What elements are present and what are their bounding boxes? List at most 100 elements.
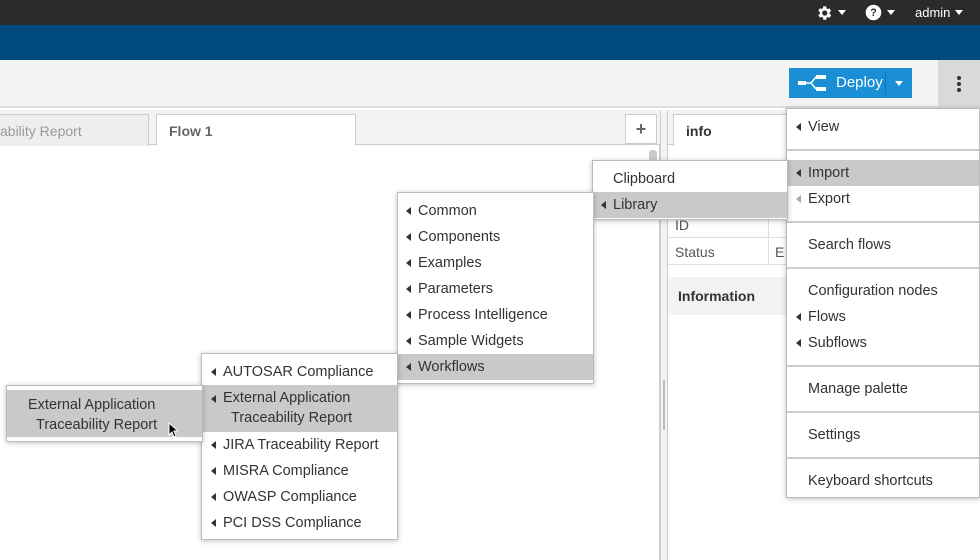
menu-item-examples[interactable]: Examples [398, 250, 593, 276]
caret-left-icon [796, 169, 801, 177]
menu-item-import[interactable]: Import [787, 160, 979, 186]
menu-item-label: View [808, 119, 840, 135]
question-circle-icon: ? [865, 4, 882, 21]
gear-icon [818, 5, 832, 20]
menu-item-label-line1: External Application [28, 397, 156, 413]
caret-left-icon [406, 337, 411, 345]
import-submenu: Clipboard Library [592, 160, 788, 220]
caret-left-icon [601, 201, 606, 209]
tab-flow[interactable]: ability Report [0, 114, 149, 146]
menu-item-flows[interactable]: Flows [787, 304, 979, 330]
menu-item-parameters[interactable]: Parameters [398, 276, 593, 302]
menu-item-workflows[interactable]: Workflows [398, 354, 593, 380]
workflows-submenu: AUTOSAR Compliance External Application … [201, 353, 398, 540]
menu-item-label: Sample Widgets [418, 333, 524, 349]
top-header-bar: ? admin [0, 0, 980, 25]
menu-item-label: Configuration nodes [808, 283, 938, 299]
deploy-separator [885, 72, 886, 94]
menu-item-components[interactable]: Components [398, 224, 593, 250]
menu-item-label: Parameters [418, 281, 493, 297]
tab-label: Flow 1 [169, 122, 213, 139]
main-menu: View Import Export Search flows Configur… [786, 108, 980, 498]
tab-flow-1[interactable]: Flow 1 [156, 114, 356, 146]
info-row-status: Status E [668, 239, 798, 265]
menu-divider [787, 411, 979, 413]
caret-left-icon [406, 363, 411, 371]
caret-left-icon [796, 339, 801, 347]
menu-item-jira-traceability-report[interactable]: JIRA Traceability Report [202, 432, 397, 458]
header-banner [0, 25, 980, 60]
kebab-icon-dot [957, 88, 961, 92]
menu-item-label: PCI DSS Compliance [223, 515, 362, 531]
kebab-icon [957, 76, 961, 80]
menu-item-label-line1: External Application [223, 390, 351, 406]
library-submenu: Common Components Examples Parameters Pr… [397, 192, 594, 384]
deploy-button[interactable]: Deploy [789, 68, 912, 98]
menu-item-label: Process Intelligence [418, 307, 548, 323]
menu-item-owasp-compliance[interactable]: OWASP Compliance [202, 484, 397, 510]
menu-item-keyboard-shortcuts[interactable]: Keyboard shortcuts [787, 468, 979, 494]
menu-item-label: MISRA Compliance [223, 463, 349, 479]
menu-item-settings[interactable]: Settings [787, 422, 979, 448]
caret-left-icon [796, 313, 801, 321]
menu-item-label: Library [613, 197, 658, 213]
section-label: Information [678, 288, 755, 304]
menu-item-process-intelligence[interactable]: Process Intelligence [398, 302, 593, 328]
add-tab-button[interactable]: + [625, 114, 657, 144]
settings-menu-button[interactable] [815, 0, 846, 25]
menu-item-manage-palette[interactable]: Manage palette [787, 376, 979, 402]
deploy-label: Deploy [836, 74, 883, 91]
menu-item-label: Search flows [808, 237, 892, 253]
menu-item-autosar-compliance[interactable]: AUTOSAR Compliance [202, 359, 397, 385]
menu-item-search-flows[interactable]: Search flows [787, 232, 979, 258]
menu-item-view[interactable]: View [787, 114, 979, 140]
user-menu-button[interactable]: admin [915, 0, 964, 25]
caret-left-icon [211, 368, 216, 376]
menu-item-library[interactable]: Library [593, 192, 787, 218]
menu-item-label: Settings [808, 427, 861, 443]
main-menu-button[interactable] [938, 60, 980, 108]
caret-left-icon [406, 259, 411, 267]
caret-left-icon [406, 311, 411, 319]
information-section-header[interactable]: Information [668, 277, 798, 315]
caret-left-icon [211, 493, 216, 501]
menu-item-common[interactable]: Common [398, 198, 593, 224]
menu-item-label: Examples [418, 255, 482, 271]
menu-item-label: Components [418, 229, 501, 245]
menu-divider [787, 267, 979, 269]
caret-left-icon [406, 233, 411, 241]
menu-item-label: Flows [808, 309, 846, 325]
menu-divider [787, 457, 979, 459]
menu-item-label: AUTOSAR Compliance [223, 364, 374, 380]
menu-item-configuration-nodes[interactable]: Configuration nodes [787, 278, 979, 304]
menu-item-clipboard[interactable]: Clipboard [593, 166, 787, 192]
menu-item-subflows[interactable]: Subflows [787, 330, 979, 356]
chevron-down-icon [955, 10, 964, 15]
menu-item-label: Workflows [418, 359, 485, 375]
menu-item-label-line2: Traceability Report [231, 410, 353, 426]
menu-divider [787, 365, 979, 367]
chevron-down-icon[interactable] [895, 81, 903, 86]
menu-item-label: Common [418, 203, 477, 219]
plus-icon: + [635, 118, 647, 139]
menu-item-label: JIRA Traceability Report [223, 437, 379, 453]
menu-item-label: Subflows [808, 335, 867, 351]
menu-item-misra-compliance[interactable]: MISRA Compliance [202, 458, 397, 484]
menu-divider [787, 149, 979, 151]
help-menu-button[interactable]: ? [865, 0, 895, 25]
mouse-pointer-icon [168, 422, 178, 438]
menu-item-label: OWASP Compliance [223, 489, 357, 505]
caret-left-icon [796, 195, 801, 203]
menu-item-export[interactable]: Export [787, 186, 979, 212]
menu-item-label: Manage palette [808, 381, 908, 397]
caret-left-icon [211, 395, 216, 403]
info-row-label: Status [675, 243, 715, 260]
tab-info[interactable]: info [673, 114, 793, 146]
tab-label: info [686, 122, 712, 139]
menu-item-label: Export [808, 191, 850, 207]
menu-item-external-application-traceability-report[interactable]: External Application Traceability Report [202, 385, 397, 432]
menu-item-pci-dss-compliance[interactable]: PCI DSS Compliance [202, 510, 397, 536]
svg-text:?: ? [870, 7, 876, 19]
caret-left-icon [406, 285, 411, 293]
menu-item-sample-widgets[interactable]: Sample Widgets [398, 328, 593, 354]
